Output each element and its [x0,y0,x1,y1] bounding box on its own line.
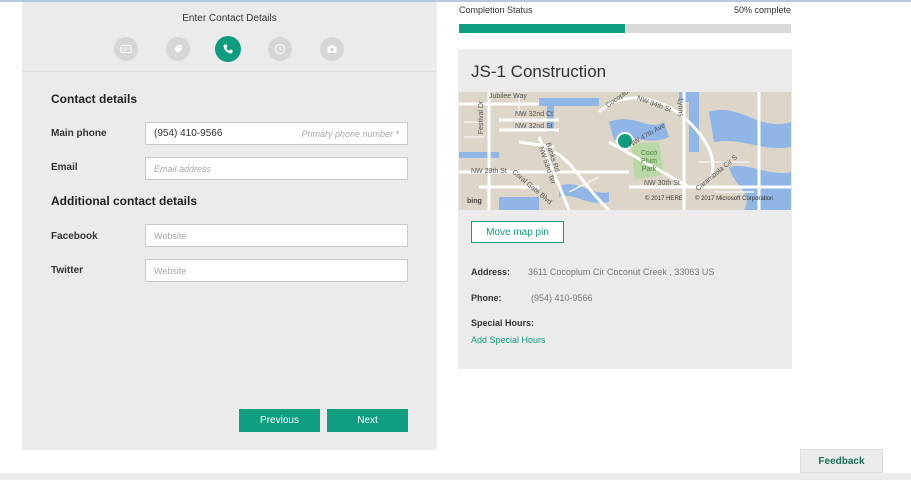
twitter-label: Twitter [51,265,84,276]
email-placeholder: Email address [154,163,212,174]
main-phone-value: (954) 410-9566 [154,128,223,139]
feedback-button[interactable]: Feedback [800,449,883,473]
bottom-bar [0,473,911,480]
step-basic-info-icon[interactable] [114,37,138,61]
map-label-nw30st: NW 30th St [644,180,680,187]
move-map-pin-button[interactable]: Move map pin [471,221,564,243]
id-card-icon [120,45,132,53]
step-photos-icon[interactable] [320,37,344,61]
map-label-nw32ct: NW 32nd Ct [515,111,554,118]
wizard-steps-header: Enter Contact Details [22,2,437,72]
contact-details-panel: Enter Contact Details Contact details Ma… [22,2,437,450]
step-category-icon[interactable] [166,37,190,61]
main-phone-label: Main phone [51,128,107,139]
address-value: 3611 Cocoplum Cir Coconut Creek , 33063 … [528,267,715,277]
map-label-nw32st: NW 32nd St [515,123,553,130]
step-title: Enter Contact Details [182,13,277,24]
completion-progress-bar [459,24,791,33]
camera-icon [327,45,337,53]
phone-value: (954) 410-9566 [531,293,593,303]
add-special-hours-link[interactable]: Add Special Hours [471,335,546,345]
map-label-lyons: Lyons [676,98,684,117]
email-label: Email [51,162,78,173]
bing-logo: bing [467,198,482,205]
main-phone-placeholder: Primary phone number * [301,128,399,139]
next-button[interactable]: Next [327,409,408,432]
address-label: Address: [471,267,511,277]
map-graphic [459,92,791,210]
business-name: JS-1 Construction [471,62,607,81]
completion-percent: 50% complete [733,5,791,15]
step-hours-icon[interactable] [268,37,292,61]
main-phone-field[interactable]: (954) 410-9566 Primary phone number * [145,122,408,145]
phone-label: Phone: [471,293,502,303]
facebook-placeholder: Website [154,230,187,241]
facebook-label: Facebook [51,231,98,242]
completion-progress-fill [459,24,625,33]
map-label-jubilee: Jubilee Way [489,93,527,100]
contact-details-heading: Contact details [51,92,138,106]
additional-contact-heading: Additional contact details [51,194,198,208]
completion-status-label: Completion Status [459,5,533,15]
map-label-festival: Festival Dr [478,100,486,135]
previous-button[interactable]: Previous [239,409,320,432]
phone-icon [223,44,233,54]
map-copyright-microsoft: © 2017 Microsoft Corporation [695,196,774,202]
tag-icon [174,45,182,53]
location-map[interactable]: Jubilee Way NW 32nd Ct NW 32nd St NW 34t… [459,92,791,210]
twitter-placeholder: Website [154,265,187,276]
step-contact-icon[interactable] [215,36,241,62]
map-label-nw29st: NW 29th St [471,168,507,175]
twitter-field[interactable]: Website [145,259,408,282]
clock-icon [275,44,285,54]
facebook-field[interactable]: Website [145,224,408,247]
email-field[interactable]: Email address [145,157,408,180]
special-hours-label: Special Hours: [471,318,535,328]
map-label-park: Coco Plum Park [640,150,658,173]
map-copyright-here: © 2017 HERE [645,196,683,202]
business-preview-card: JS-1 Construction Jubilee Way NW 32nd Ct… [458,49,792,369]
